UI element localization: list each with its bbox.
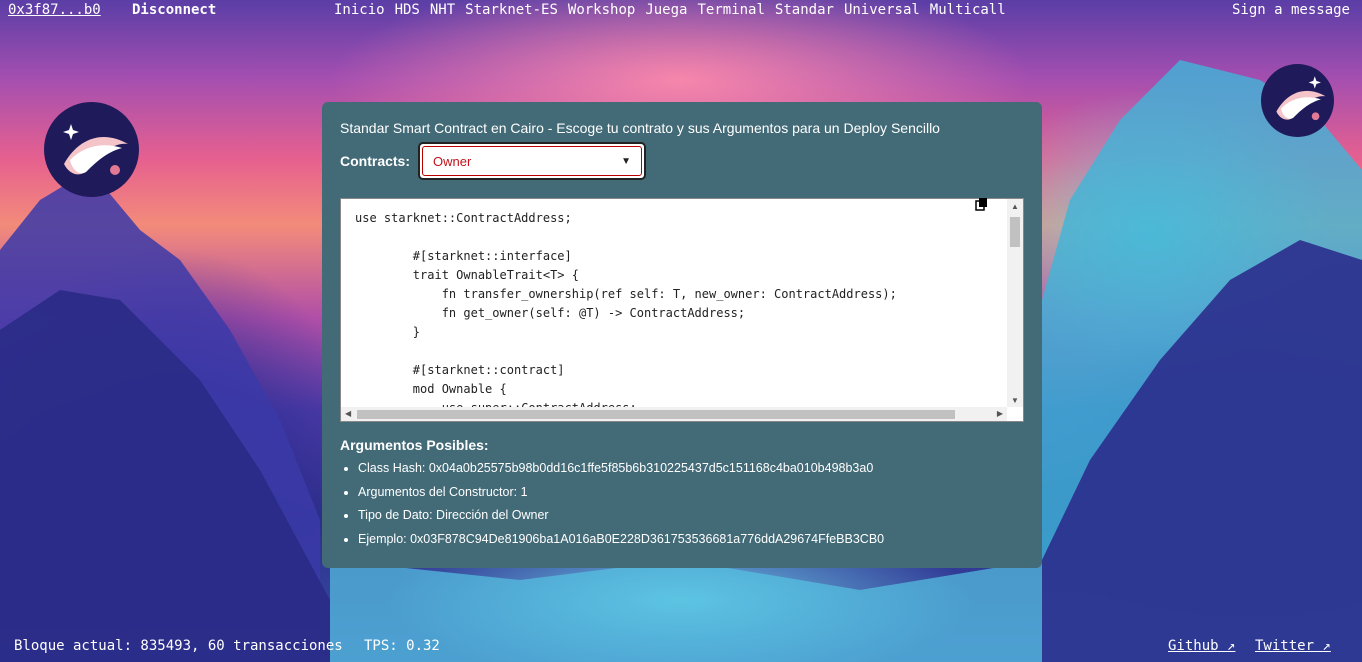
- starknet-logo-left: [44, 102, 139, 197]
- nav-links: Inicio HDS NHT Starknet-ES Workshop Jueg…: [334, 2, 1016, 18]
- horizontal-scroll-thumb[interactable]: [357, 410, 955, 419]
- selected-contract: Owner: [433, 153, 472, 169]
- scroll-left-icon[interactable]: ◀: [345, 409, 351, 418]
- args-title: Argumentos Posibles:: [340, 437, 489, 453]
- contract-code: use starknet::ContractAddress; #[starkne…: [355, 211, 897, 407]
- args-list: Class Hash: 0x04a0b25575b98b0dd16c1ffe5f…: [340, 459, 1024, 553]
- chevron-down-icon: ▼: [621, 155, 632, 167]
- vertical-scrollbar[interactable]: ▲ ▼: [1007, 199, 1023, 407]
- copy-icon[interactable]: [975, 197, 989, 211]
- nav-item-juega[interactable]: Juega: [645, 2, 687, 18]
- scroll-down-icon[interactable]: ▼: [1011, 396, 1019, 405]
- starknet-logo-right: [1261, 64, 1334, 137]
- scroll-up-icon[interactable]: ▲: [1011, 202, 1019, 211]
- arg-constructor-count: Argumentos del Constructor: 1: [358, 483, 1024, 507]
- nav-item-universal[interactable]: Universal: [844, 2, 920, 18]
- sign-message-button[interactable]: Sign a message: [1232, 2, 1350, 18]
- nav-item-starknet-es[interactable]: Starknet-ES: [465, 2, 558, 18]
- nav-item-standar[interactable]: Standar: [775, 2, 834, 18]
- footer: Bloque actual: 835493, 60 transacciones …: [0, 632, 1362, 662]
- github-link[interactable]: Github ↗: [1168, 638, 1235, 654]
- nav-item-hds[interactable]: HDS: [395, 2, 420, 18]
- contract-selector-row: Contracts: Owner ▼: [340, 142, 1024, 180]
- nav-item-nht[interactable]: NHT: [430, 2, 455, 18]
- twitter-link[interactable]: Twitter ↗: [1255, 638, 1331, 654]
- top-navigation: 0x3f87...b0 Disconnect Inicio HDS NHT St…: [0, 0, 1362, 24]
- nav-item-inicio[interactable]: Inicio: [334, 2, 385, 18]
- arg-example: Ejemplo: 0x03F878C94De81906ba1A016aB0E22…: [358, 530, 1024, 554]
- nav-item-terminal[interactable]: Terminal: [697, 2, 764, 18]
- tps-info: TPS: 0.32: [364, 638, 440, 654]
- contracts-label: Contracts:: [340, 153, 411, 169]
- nav-item-workshop[interactable]: Workshop: [568, 2, 635, 18]
- horizontal-scrollbar[interactable]: ◀ ▶: [341, 407, 1007, 421]
- arg-data-type: Tipo de Dato: Dirección del Owner: [358, 506, 1024, 530]
- contracts-select[interactable]: Owner ▼: [418, 142, 647, 180]
- arg-class-hash: Class Hash: 0x04a0b25575b98b0dd16c1ffe5f…: [358, 459, 1024, 483]
- wallet-address-link[interactable]: 0x3f87...b0: [8, 2, 101, 18]
- contract-panel: Standar Smart Contract en Cairo - Escoge…: [322, 102, 1042, 568]
- code-viewer[interactable]: use starknet::ContractAddress; #[starkne…: [340, 198, 1024, 422]
- disconnect-button[interactable]: Disconnect: [132, 2, 216, 18]
- scroll-right-icon[interactable]: ▶: [997, 409, 1003, 418]
- panel-title: Standar Smart Contract en Cairo - Escoge…: [340, 120, 940, 136]
- block-info: Bloque actual: 835493, 60 transacciones: [14, 638, 343, 654]
- vertical-scroll-thumb[interactable]: [1010, 217, 1020, 247]
- nav-item-multicall[interactable]: Multicall: [930, 2, 1006, 18]
